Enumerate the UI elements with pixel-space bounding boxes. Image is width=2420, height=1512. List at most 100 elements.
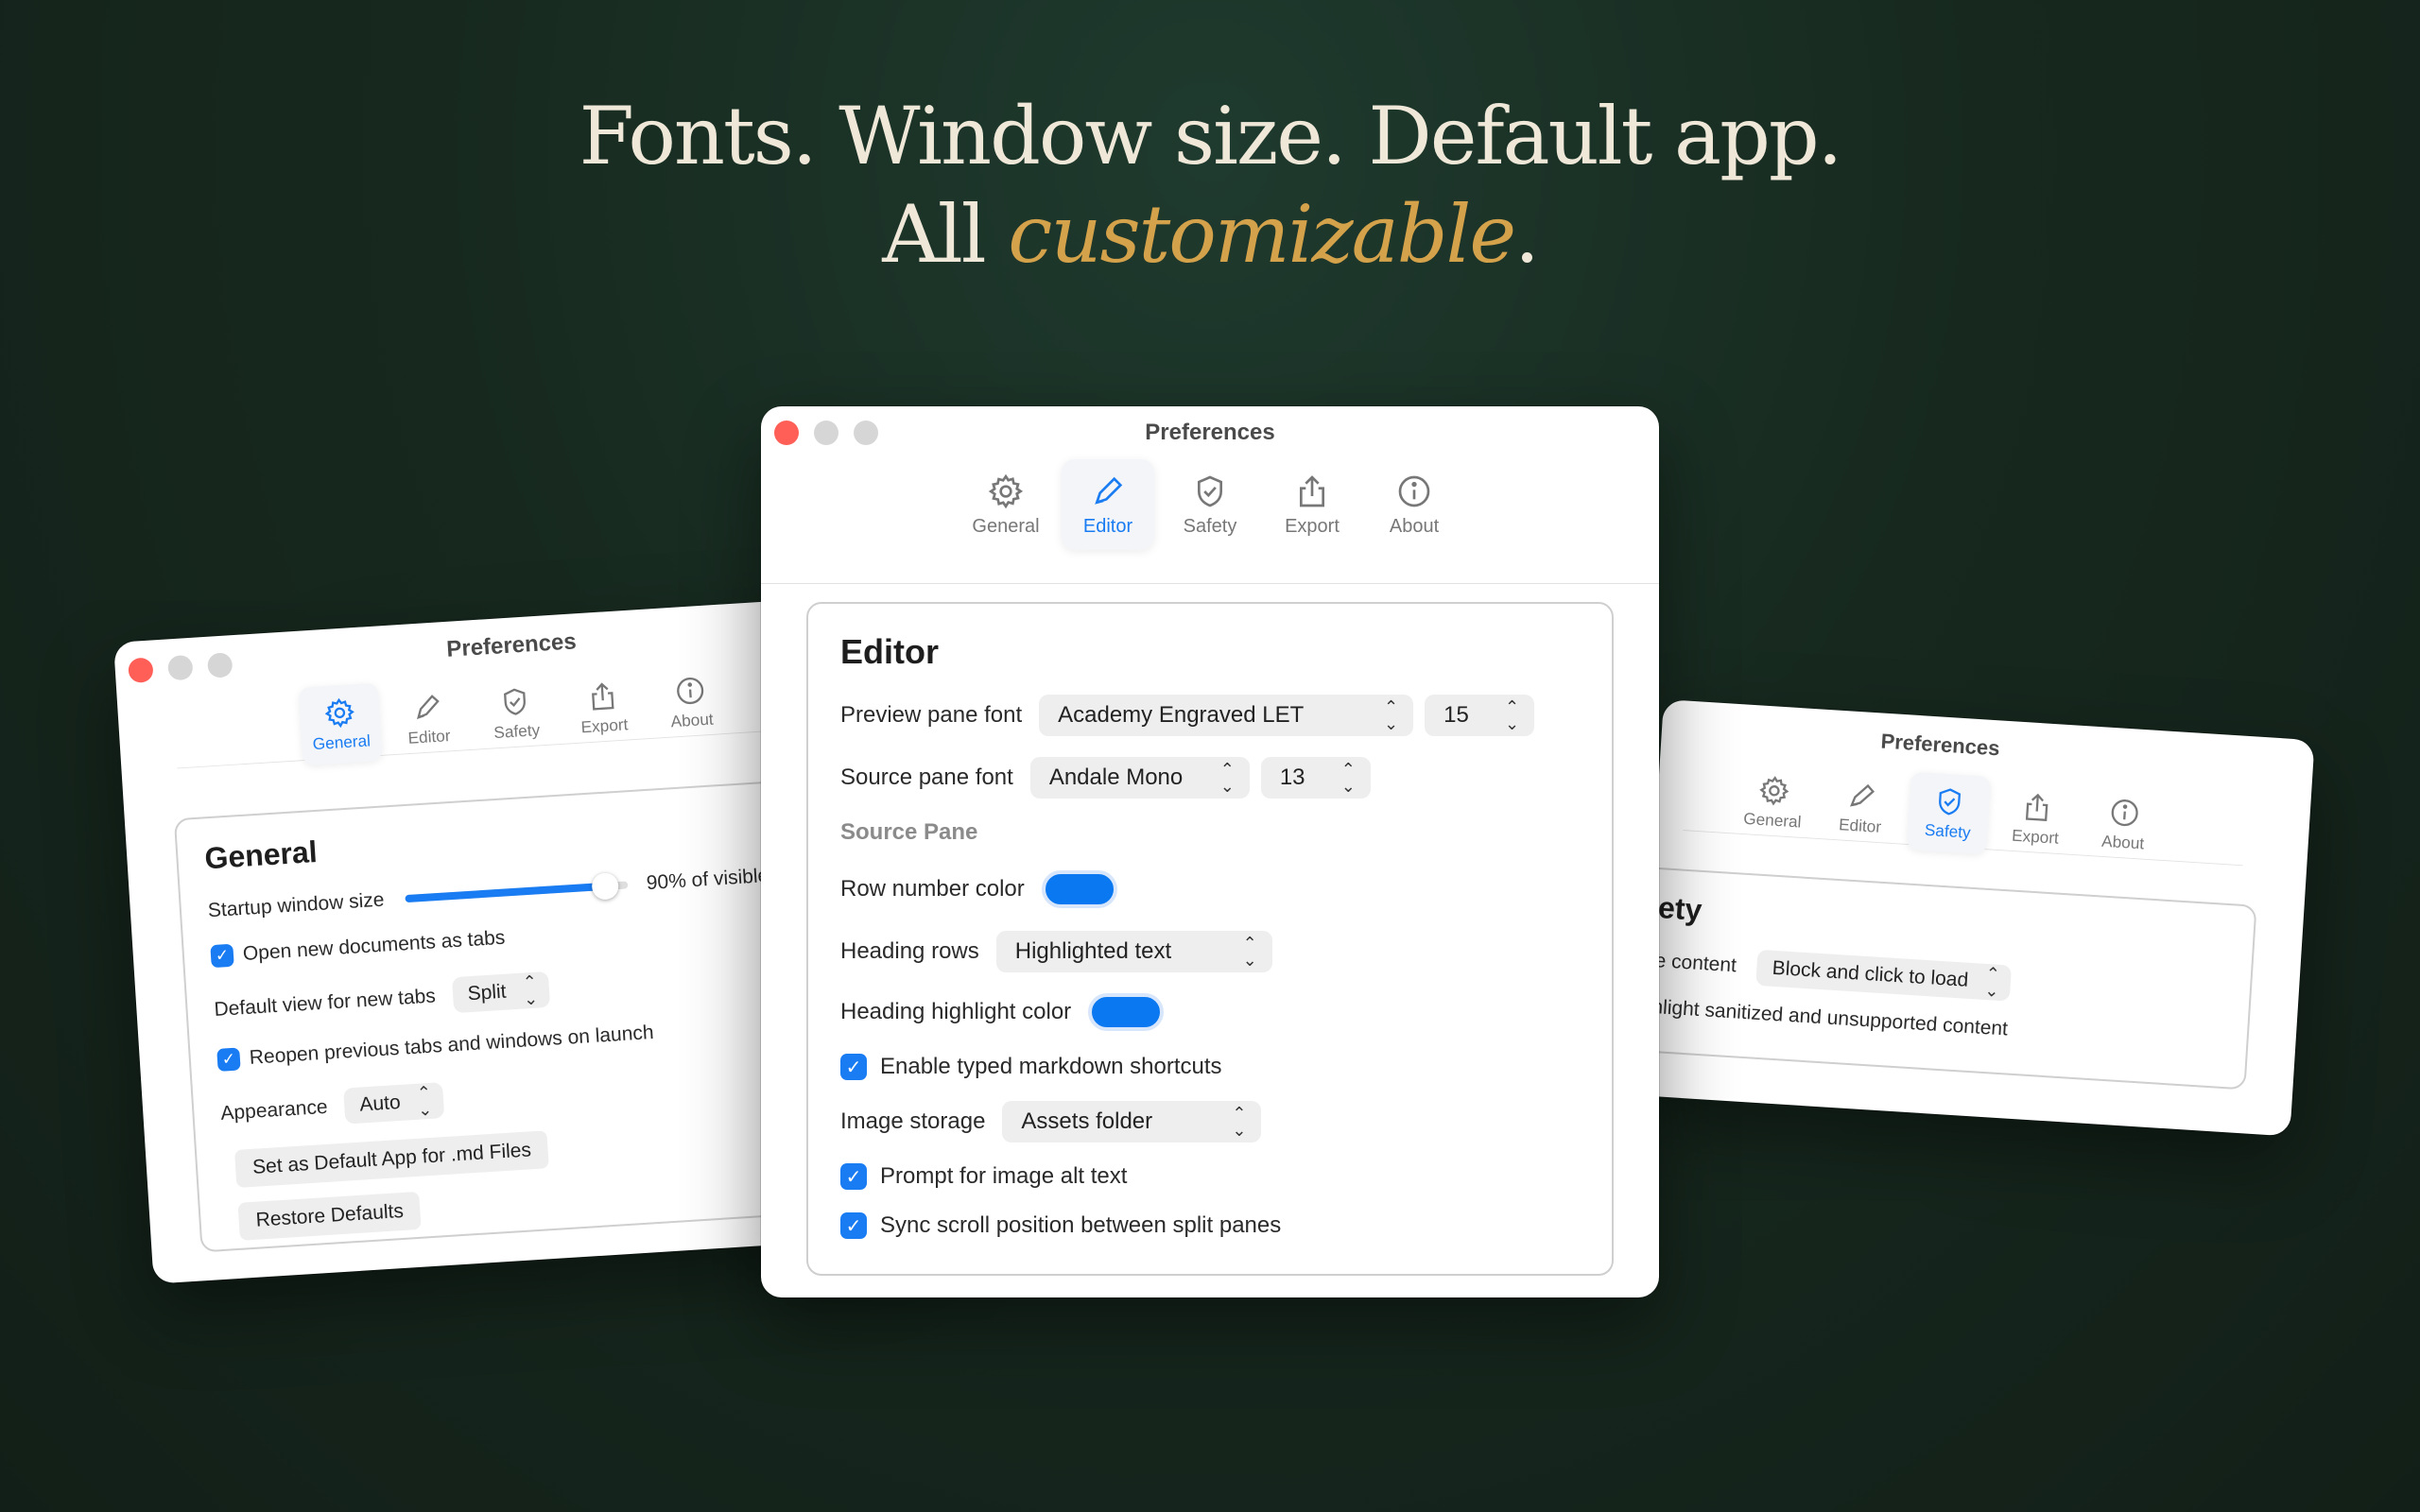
tab-export[interactable]: Export <box>1995 777 2079 860</box>
row-number-color-well[interactable] <box>1041 870 1117 908</box>
gear-icon <box>324 697 354 728</box>
tab-editor-label: Editor <box>1838 816 1882 836</box>
tab-safety-label: Safety <box>493 721 541 742</box>
tab-export[interactable]: Export <box>1266 459 1358 550</box>
info-icon <box>2111 799 2138 826</box>
tab-safety[interactable]: Safety <box>1164 459 1256 550</box>
tab-about-label: About <box>2100 832 2145 853</box>
zoom-window-button[interactable] <box>854 421 878 445</box>
tab-editor[interactable]: Editor <box>386 678 470 761</box>
startup-size-slider[interactable] <box>405 872 629 903</box>
open-tabs-label: Open new documents as tabs <box>242 926 506 966</box>
tab-export-label: Export <box>1285 515 1340 537</box>
open-tabs-row[interactable]: ✓ Open new documents as tabs <box>210 927 506 969</box>
window-title: Preferences <box>445 628 578 662</box>
headline-line-1: Fonts. Window size. Default app. <box>579 90 1843 182</box>
source-pane-heading: Source Pane <box>840 819 978 845</box>
traffic-lights <box>128 652 233 684</box>
startup-size-label: Startup window size <box>207 888 386 922</box>
close-window-button[interactable] <box>774 421 799 445</box>
appearance-popup[interactable]: Auto ⌃ ⌄ <box>343 1082 444 1125</box>
typed-shortcuts-checkbox[interactable]: ✓ <box>840 1054 867 1080</box>
editor-panel: Editor Preview pane font Academy Engrave… <box>806 602 1614 1276</box>
heading-rows-popup[interactable]: Highlighted text ⌃ ⌄ <box>995 931 1272 972</box>
set-default-app-button[interactable]: Set as Default App for .md Files <box>233 1130 550 1188</box>
tab-export-label: Export <box>580 715 629 737</box>
tab-export[interactable]: Export <box>562 666 646 749</box>
startup-size-slider-knob[interactable] <box>591 872 619 901</box>
appearance-label: Appearance <box>219 1095 329 1125</box>
tab-about-label: About <box>670 710 715 731</box>
reopen-checkbox[interactable]: ✓ <box>216 1047 241 1072</box>
shield-icon <box>504 688 526 715</box>
image-storage-popup[interactable]: Assets folder ⌃ ⌄ <box>1002 1101 1262 1143</box>
preview-font-size-popup[interactable]: 15 ⌃ ⌄ <box>1425 695 1535 736</box>
safety-panel-title: ety <box>1657 890 1703 927</box>
tab-general-label: General <box>312 731 372 754</box>
tab-about[interactable]: About <box>1368 459 1461 550</box>
share-icon <box>2025 793 2048 821</box>
source-font-size-popup[interactable]: 13 ⌃ ⌄ <box>1260 757 1371 799</box>
reopen-row[interactable]: ✓ Reopen previous tabs and windows on la… <box>216 1022 654 1072</box>
reopen-label: Reopen previous tabs and windows on laun… <box>249 1021 655 1069</box>
chevron-updown-icon: ⌃ ⌄ <box>1219 760 1235 796</box>
gear-icon <box>988 473 1024 508</box>
headline-accent: customizable <box>1008 188 1516 281</box>
restore-row: Restore Defaults <box>237 1191 423 1241</box>
sync-scroll-checkbox[interactable]: ✓ <box>840 1212 867 1239</box>
remote-content-row: e content Block and click to load ⌃ ⌄ <box>1653 943 2013 1002</box>
tab-about-label: About <box>1389 515 1440 537</box>
alt-text-checkbox[interactable]: ✓ <box>840 1163 867 1190</box>
image-storage-label: Image storage <box>840 1108 986 1134</box>
minimize-window-button[interactable] <box>167 654 194 681</box>
restore-defaults-button[interactable]: Restore Defaults <box>237 1191 423 1241</box>
shield-icon <box>1198 475 1222 507</box>
tab-safety-label: Safety <box>1183 515 1237 537</box>
minimize-window-button[interactable] <box>814 421 838 445</box>
tab-editor[interactable]: Editor <box>1062 459 1154 550</box>
zoom-window-button[interactable] <box>206 652 233 679</box>
preview-font-value: Academy Engraved LET <box>1058 702 1305 728</box>
chevron-updown-icon: ⌃ ⌄ <box>416 1082 433 1120</box>
startup-size-row: Startup window size 90% of visible s <box>207 864 785 922</box>
startup-size-slider-fill <box>405 882 604 903</box>
alt-text-row[interactable]: ✓ Prompt for image alt text <box>840 1163 1127 1190</box>
default-view-popup[interactable]: Split ⌃ ⌄ <box>451 971 550 1014</box>
default-view-label: Default view for new tabs <box>213 985 437 1022</box>
tab-general[interactable]: General <box>298 682 383 766</box>
tab-about[interactable]: About <box>648 661 733 744</box>
chevron-updown-icon: ⌃ ⌄ <box>1242 934 1257 970</box>
typed-shortcuts-row[interactable]: ✓ Enable typed markdown shortcuts <box>840 1054 1222 1080</box>
heading-rows-value: Highlighted text <box>1014 938 1172 964</box>
tab-export-label: Export <box>2011 826 2060 848</box>
preview-font-popup[interactable]: Academy Engraved LET ⌃ ⌄ <box>1039 695 1414 736</box>
sync-scroll-label: Sync scroll position between split panes <box>880 1212 1282 1238</box>
tab-editor[interactable]: Editor <box>1819 766 1903 850</box>
window-titlebar: Preferences <box>761 406 1659 459</box>
heading-highlight-label: Heading highlight color <box>840 999 1072 1024</box>
chevron-updown-icon: ⌃ ⌄ <box>1983 963 2001 1001</box>
sync-scroll-row[interactable]: ✓ Sync scroll position between split pan… <box>840 1212 1281 1239</box>
tab-safety[interactable]: Safety <box>1906 771 1992 855</box>
window-title: Preferences <box>1879 729 2001 761</box>
tab-safety[interactable]: Safety <box>474 672 558 755</box>
highlight-content-row[interactable]: hlight sanitized and unsupported content <box>1651 996 2009 1041</box>
source-font-popup[interactable]: Andale Mono ⌃ ⌄ <box>1029 757 1250 799</box>
tab-about[interactable]: About <box>2082 782 2166 866</box>
tab-editor-label: Editor <box>407 726 452 747</box>
shield-icon <box>1939 787 1962 816</box>
preview-font-row: Preview pane font Academy Engraved LET ⌃… <box>840 695 1535 736</box>
close-window-button[interactable] <box>128 657 154 684</box>
chevron-updown-icon: ⌃ ⌄ <box>522 971 539 1009</box>
tab-general[interactable]: General <box>1731 761 1815 844</box>
info-icon <box>1398 475 1430 507</box>
tab-general[interactable]: General <box>959 459 1052 550</box>
appearance-value: Auto <box>358 1091 402 1116</box>
open-tabs-checkbox[interactable]: ✓ <box>210 943 234 969</box>
default-view-row: Default view for new tabs Split ⌃ ⌄ <box>213 971 550 1028</box>
heading-highlight-color-well[interactable] <box>1088 993 1165 1031</box>
general-panel-title: General <box>203 833 319 876</box>
remote-content-label: e content <box>1653 949 1737 977</box>
image-storage-value: Assets folder <box>1021 1108 1153 1134</box>
remote-content-popup[interactable]: Block and click to load ⌃ ⌄ <box>1755 949 2013 1002</box>
